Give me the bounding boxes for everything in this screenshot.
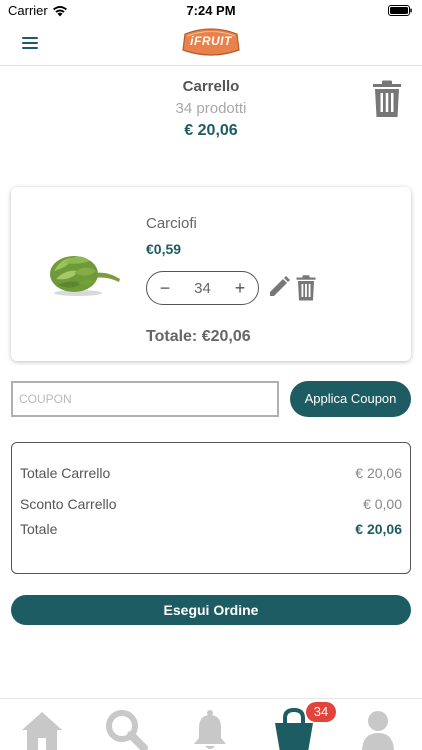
grand-total-value: € 20,06 bbox=[355, 521, 402, 537]
bell-icon bbox=[194, 710, 226, 749]
place-order-button[interactable]: Esegui Ordine bbox=[11, 595, 411, 625]
product-line-total: Totale: €20,06 bbox=[146, 328, 251, 345]
grand-total-label: Totale bbox=[20, 521, 58, 537]
artichoke-product-image bbox=[50, 256, 120, 296]
subtotal-value: € 20,06 bbox=[355, 465, 402, 481]
apply-coupon-button[interactable]: Applica Coupon bbox=[290, 381, 411, 417]
hamburger-menu-icon[interactable] bbox=[22, 37, 38, 51]
tab-notifications[interactable] bbox=[188, 708, 232, 750]
tab-profile[interactable] bbox=[356, 708, 400, 750]
edit-pencil-icon[interactable] bbox=[267, 275, 291, 299]
quantity-decrease-button[interactable]: − bbox=[155, 278, 175, 298]
logo-text: iFRUIT bbox=[190, 34, 232, 48]
coupon-input[interactable] bbox=[11, 381, 279, 417]
clock: 7:24 PM bbox=[186, 3, 236, 18]
tab-home[interactable] bbox=[20, 708, 64, 750]
cart-item-card: Carciofi €0,59 − 34 + Totale: €20,06 bbox=[11, 187, 411, 361]
nav-bar: iFRUIT bbox=[0, 22, 422, 66]
cart-count-badge: 34 bbox=[306, 702, 336, 722]
battery-icon bbox=[388, 5, 412, 16]
search-icon bbox=[106, 710, 148, 750]
empty-cart-trash-icon[interactable] bbox=[372, 80, 402, 118]
cart-product-count: 34 prodotti bbox=[175, 100, 247, 117]
discount-label: Sconto Carrello bbox=[20, 496, 117, 512]
cart-totals-box: Totale Carrello € 20,06 Sconto Carrello … bbox=[11, 442, 411, 574]
product-name: Carciofi bbox=[146, 215, 197, 232]
subtotal-label: Totale Carrello bbox=[20, 465, 111, 481]
cart-total: € 20,06 bbox=[184, 122, 238, 139]
home-icon bbox=[22, 712, 62, 750]
user-icon bbox=[362, 711, 394, 750]
quantity-value: 34 bbox=[194, 280, 211, 297]
cart-title: Carrello bbox=[182, 78, 240, 95]
quantity-stepper: − 34 + bbox=[146, 271, 259, 305]
quantity-increase-button[interactable]: + bbox=[230, 278, 250, 298]
status-bar: Carrier 7:24 PM bbox=[0, 0, 422, 22]
discount-value: € 0,00 bbox=[363, 496, 402, 512]
cart-summary: Carrello 34 prodotti € 20,06 bbox=[0, 76, 422, 140]
product-unit-price: €0,59 bbox=[146, 241, 182, 257]
app-logo: iFRUIT bbox=[181, 26, 241, 60]
tab-search[interactable] bbox=[104, 708, 148, 750]
remove-item-trash-icon[interactable] bbox=[296, 275, 316, 301]
